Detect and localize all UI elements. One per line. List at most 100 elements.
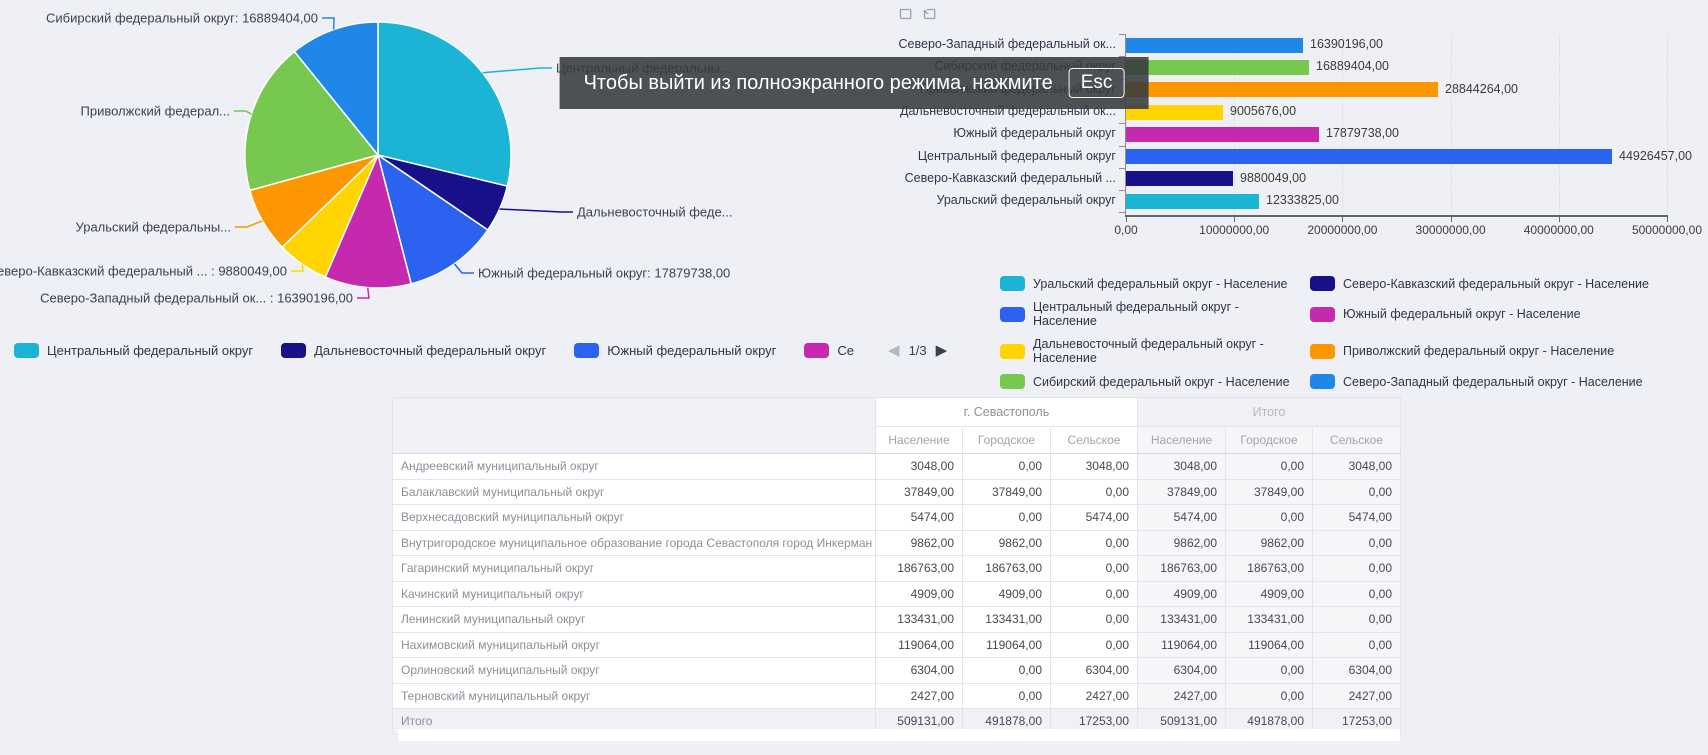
value-cell: 6304,00	[1051, 658, 1138, 684]
legend-item-label: Сибирский федеральный округ - Население	[1033, 375, 1290, 389]
table-column-group-header: Итого	[1138, 398, 1401, 427]
value-cell: 133431,00	[963, 607, 1051, 633]
pie-slice-label: Южный федеральный округ: 17879738,00	[478, 266, 730, 281]
legend-swatch	[1310, 374, 1335, 389]
pie-callout-line	[322, 18, 334, 30]
table-column-header: Население	[876, 427, 963, 454]
value-cell: 6304,00	[1313, 658, 1401, 684]
legend-item-label: Северо-Кавказский федеральный округ - На…	[1343, 277, 1649, 291]
legend-swatch	[1000, 344, 1025, 359]
pie-legend-item[interactable]: Южный федеральный округ	[574, 343, 776, 358]
table-row: Качинский муниципальный округ4909,004909…	[393, 581, 1401, 607]
table-column-group-header: г. Севастополь	[876, 398, 1138, 427]
value-cell: 4909,00	[963, 581, 1051, 607]
gridline	[1126, 190, 1667, 191]
pie-callout-line	[291, 264, 303, 271]
bar-legend-item[interactable]: Южный федеральный округ - Население	[1310, 300, 1649, 328]
bar-legend-item[interactable]: Приволжский федеральный округ - Населени…	[1310, 337, 1649, 365]
legend-swatch	[1310, 276, 1335, 291]
bar-legend-item[interactable]: Северо-Западный федеральный округ - Насе…	[1310, 374, 1649, 389]
value-cell: 0,00	[963, 505, 1051, 531]
table-corner-cell	[393, 398, 876, 454]
value-cell: 37849,00	[963, 479, 1051, 505]
pie-legend-item[interactable]: Центральный федеральный округ	[14, 343, 253, 358]
bar-category-label: Южный федеральный округ	[856, 126, 1116, 140]
gridline	[1451, 34, 1452, 215]
x-axis-tick	[1342, 217, 1343, 222]
value-cell: 186763,00	[1226, 556, 1313, 582]
pie-chart-panel: Центральный федеральны...Дальневосточный…	[0, 0, 790, 370]
bar-value-label: 16889404,00	[1316, 59, 1389, 73]
row-name-cell: Внутригородское муниципальное образовани…	[393, 530, 876, 556]
value-cell: 3048,00	[1138, 454, 1226, 480]
bar-legend-item[interactable]: Северо-Кавказский федеральный округ - На…	[1310, 276, 1649, 291]
bar-plot: Северо-Западный федеральный ок...1639019…	[830, 0, 1708, 240]
value-cell: 5474,00	[1313, 505, 1401, 531]
gridline	[1126, 168, 1667, 169]
pie-legend-item[interactable]: Дальневосточный федеральный округ	[281, 343, 546, 358]
table-row: Верхнесадовский муниципальный округ5474,…	[393, 505, 1401, 531]
value-cell: 3048,00	[876, 454, 963, 480]
value-cell: 0,00	[1313, 530, 1401, 556]
pie-chart: Центральный федеральны...Дальневосточный…	[0, 0, 760, 320]
bar-value-label: 12333825,00	[1266, 193, 1339, 207]
x-axis-tick	[1451, 217, 1452, 222]
table-row: Внутригородское муниципальное образовани…	[393, 530, 1401, 556]
table-row: Балаклавский муниципальный округ37849,00…	[393, 479, 1401, 505]
data-table-panel: г. СевастопольИтогоНаселениеГородскоеСел…	[392, 397, 1400, 735]
value-cell: 37849,00	[1138, 479, 1226, 505]
value-cell: 37849,00	[1226, 479, 1313, 505]
legend-item-label: Центральный федеральный округ	[47, 343, 253, 358]
pie-callout-line	[357, 288, 369, 298]
bar[interactable]	[1126, 149, 1612, 164]
legend-swatch	[1310, 344, 1335, 359]
gridline	[1126, 79, 1667, 80]
bar[interactable]	[1126, 194, 1259, 209]
bar-value-label: 16390196,00	[1310, 37, 1383, 51]
bar-legend-item[interactable]: Уральский федеральный округ - Население	[1000, 276, 1300, 291]
pie-callout-line	[454, 264, 474, 273]
bar[interactable]	[1126, 60, 1309, 75]
pie-callout-line	[483, 68, 553, 73]
gridline	[1667, 34, 1668, 215]
value-cell: 0,00	[1051, 479, 1138, 505]
bar-value-label: 17879738,00	[1326, 126, 1399, 140]
pie-slice-label: Северо-Западный федеральный ок... : 1639…	[40, 291, 353, 306]
pie-callout-line	[500, 209, 574, 212]
value-cell: 0,00	[963, 658, 1051, 684]
bar-legend-item[interactable]: Центральный федеральный округ - Населени…	[1000, 300, 1300, 328]
x-axis-tick-label: 40000000,00	[1524, 223, 1594, 237]
value-cell: 0,00	[1226, 683, 1313, 709]
legend-item-label: Центральный федеральный округ - Населени…	[1033, 300, 1300, 328]
bar-category-label: Северо-Кавказский федеральный ...	[856, 171, 1116, 185]
table-column-header: Городское	[1226, 427, 1313, 454]
pie-slice-label: Уральский федеральны...	[76, 220, 231, 235]
bar-legend-item[interactable]: Сибирский федеральный округ - Население	[1000, 374, 1300, 389]
pie-slice-label: Сибирский федеральный округ: 16889404,00	[46, 11, 318, 26]
x-axis-tick	[1667, 217, 1668, 222]
row-name-cell: Гагаринский муниципальный округ	[393, 556, 876, 582]
bar[interactable]	[1126, 82, 1438, 97]
x-axis-tick	[1559, 217, 1560, 222]
bar-category-label: Уральский федеральный округ	[856, 193, 1116, 207]
value-cell: 0,00	[1051, 530, 1138, 556]
pie-slice-label: Дальневосточный феде...	[577, 205, 733, 220]
legend-swatch	[281, 343, 306, 358]
table-horizontal-scrollbar[interactable]	[398, 729, 1400, 741]
dashboard: Центральный федеральны...Дальневосточный…	[0, 0, 1708, 755]
gridline	[1126, 123, 1667, 124]
value-cell: 133431,00	[1138, 607, 1226, 633]
pie-slice-label: Северо-Кавказский федеральный ... : 9880…	[0, 264, 287, 279]
bar[interactable]	[1126, 127, 1319, 142]
value-cell: 4909,00	[1138, 581, 1226, 607]
value-cell: 4909,00	[876, 581, 963, 607]
value-cell: 133431,00	[876, 607, 963, 633]
row-name-cell: Ленинский муниципальный округ	[393, 607, 876, 633]
value-cell: 0,00	[1313, 607, 1401, 633]
bar-legend-item[interactable]: Дальневосточный федеральный округ - Насе…	[1000, 337, 1300, 365]
value-cell: 119064,00	[963, 632, 1051, 658]
bar[interactable]	[1126, 171, 1233, 186]
bar[interactable]	[1126, 38, 1303, 53]
value-cell: 0,00	[1051, 632, 1138, 658]
bar-value-label: 9005676,00	[1230, 104, 1296, 118]
